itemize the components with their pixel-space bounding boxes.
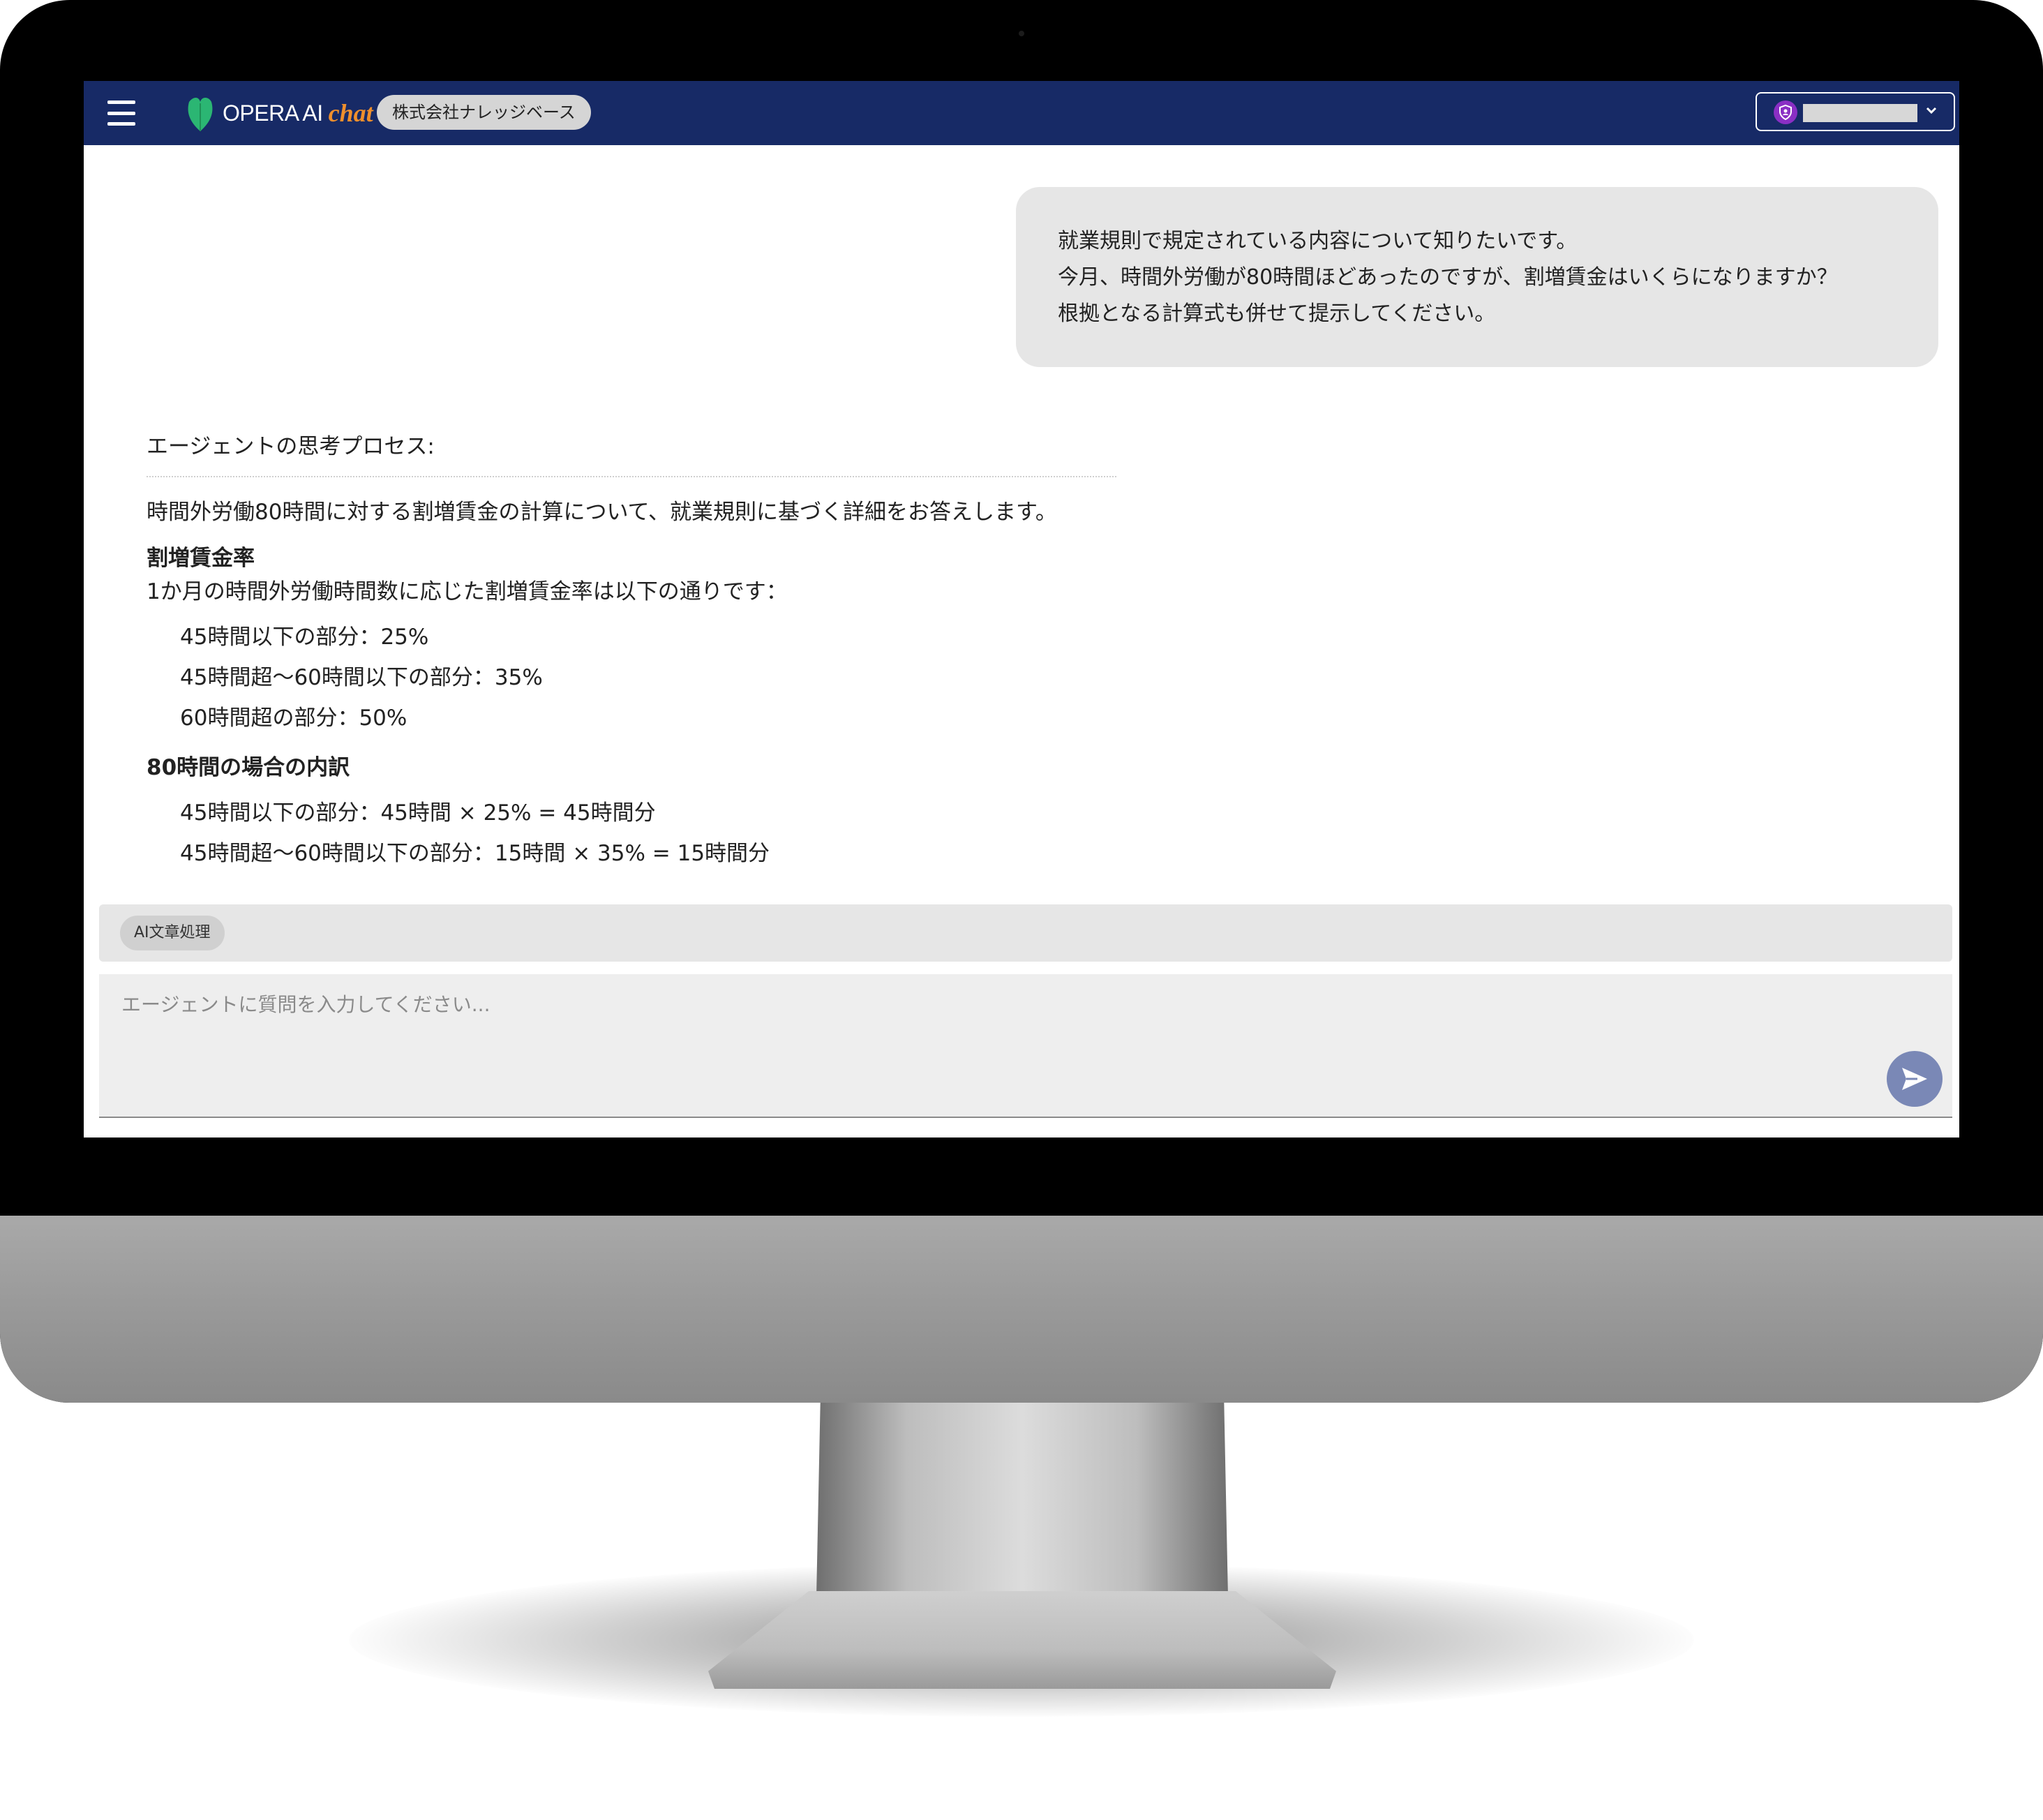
list-item: 45時間超〜60時間以下の部分：35%	[180, 665, 543, 690]
monitor-stand-base	[708, 1591, 1336, 1689]
divider	[147, 476, 1116, 477]
scroll-fade	[84, 883, 1959, 892]
camera-icon	[1019, 31, 1024, 36]
user-message-line: 今月、時間外労働が80時間ほどあったのですが、割増賃金はいくらになりますか？	[1058, 265, 1838, 290]
logo-chat-text: chat	[328, 99, 373, 127]
agent-process-label[interactable]: エージェントの思考プロセス:	[147, 430, 1123, 459]
organization-chip: 株式会社ナレッジベース	[377, 95, 591, 130]
user-message-line: 根拠となる計算式も併せて提示してください。	[1058, 301, 1496, 326]
message-input-box	[99, 974, 1952, 1118]
leaf-logo-icon	[188, 98, 213, 131]
tool-chip-ai-text[interactable]: AI文章処理	[120, 916, 225, 950]
section-text: 1か月の時間外労働時間数に応じた割増賃金率は以下の通りです：	[147, 579, 788, 604]
section-heading: 80時間の場合の内訳	[147, 755, 350, 780]
tool-bar: AI文章処理	[99, 904, 1952, 962]
monitor-chin	[0, 1216, 2043, 1403]
breakdown-list: 45時間以下の部分：45時間 × 25% = 45時間分 45時間超〜60時間以…	[147, 793, 1123, 874]
list-item: 45時間以下の部分：45時間 × 25% = 45時間分	[180, 800, 656, 826]
user-message-bubble: 就業規則で規定されている内容について知りたいです。 今月、時間外労働が80時間ほ…	[1016, 187, 1938, 367]
user-menu[interactable]	[1756, 92, 1955, 131]
message-input[interactable]	[120, 988, 1867, 1075]
rates-list: 45時間以下の部分：25% 45時間超〜60時間以下の部分：35% 60時間超の…	[147, 617, 1123, 738]
shield-user-icon	[1774, 100, 1797, 124]
top-bar: OPERA AI chat 株式会社ナレッジベース	[84, 81, 1959, 145]
app-logo[interactable]: OPERA AI chat	[185, 94, 373, 133]
send-icon	[1902, 1068, 1927, 1090]
agent-response: エージェントの思考プロセス: 時間外労働80時間に対する割増賃金の計算について、…	[147, 430, 1123, 874]
list-item: 60時間超の部分：50%	[180, 706, 407, 731]
user-name-redacted	[1803, 104, 1917, 122]
logo-text: OPERA AI	[223, 100, 323, 126]
monitor-bezel: OPERA AI chat 株式会社ナレッジベース 就業規則で規定されている内容…	[0, 0, 2043, 1403]
send-button[interactable]	[1887, 1051, 1943, 1107]
agent-intro: 時間外労働80時間に対する割増賃金の計算について、就業規則に基づく詳細をお答えし…	[147, 500, 1057, 525]
section-heading: 割増賃金率	[147, 546, 255, 571]
menu-icon[interactable]	[107, 100, 135, 126]
user-message-line: 就業規則で規定されている内容について知りたいです。	[1058, 229, 1578, 253]
chevron-down-icon	[1926, 107, 1937, 114]
list-item: 45時間超〜60時間以下の部分：15時間 × 35% = 15時間分	[180, 841, 770, 866]
list-item: 45時間以下の部分：25%	[180, 625, 429, 650]
app-screen: OPERA AI chat 株式会社ナレッジベース 就業規則で規定されている内容…	[84, 81, 1959, 1138]
chat-thread[interactable]: 就業規則で規定されている内容について知りたいです。 今月、時間外労働が80時間ほ…	[84, 145, 1959, 892]
